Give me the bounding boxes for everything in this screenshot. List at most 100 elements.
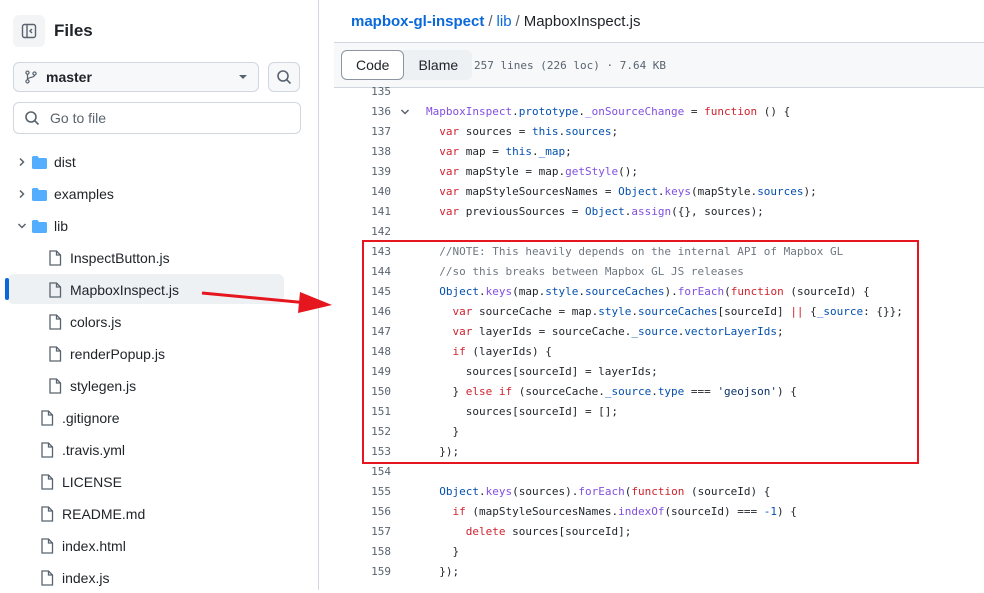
selected-row-indicator bbox=[5, 278, 9, 300]
tab-code[interactable]: Code bbox=[341, 50, 405, 80]
tree-file[interactable]: .gitignore bbox=[22, 403, 120, 433]
file-icon bbox=[41, 442, 54, 458]
tree-item-label: renderPopup.js bbox=[70, 346, 165, 362]
go-to-file-input[interactable] bbox=[48, 109, 282, 127]
code-line: 140 var mapStyleSourcesNames = Object.ke… bbox=[334, 182, 984, 202]
code-line: 156 if (mapStyleSourcesNames.indexOf(sou… bbox=[334, 502, 984, 522]
file-icon bbox=[49, 378, 62, 394]
breadcrumb-dir-link[interactable]: lib bbox=[497, 13, 512, 30]
file-icon bbox=[41, 410, 54, 426]
code-line: 138 var map = this._map; bbox=[334, 142, 984, 162]
line-number[interactable]: 157 bbox=[334, 522, 391, 542]
tree-file[interactable]: index.js bbox=[22, 563, 109, 593]
file-icon bbox=[41, 506, 54, 522]
line-number[interactable]: 139 bbox=[334, 162, 391, 182]
line-number[interactable]: 158 bbox=[334, 542, 391, 562]
code-line: 137 var sources = this.sources; bbox=[334, 122, 984, 142]
tree-file[interactable]: .travis.yml bbox=[22, 435, 125, 465]
code-text: } bbox=[426, 545, 460, 558]
code-line: 141 var previousSources = Object.assign(… bbox=[334, 202, 984, 222]
code-line: 135 bbox=[334, 82, 984, 102]
tree-item-label: lib bbox=[54, 218, 69, 234]
chevron-down-icon bbox=[400, 109, 410, 115]
tree-folder-dist[interactable]: dist bbox=[14, 147, 76, 177]
line-number[interactable]: 140 bbox=[334, 182, 391, 202]
collapse-sidebar-button[interactable] bbox=[13, 15, 45, 47]
code-line: 136 MapboxInspect.prototype._onSourceChan… bbox=[334, 102, 984, 122]
line-number[interactable]: 135 bbox=[334, 82, 391, 102]
tree-file[interactable]: stylegen.js bbox=[30, 371, 136, 401]
git-branch-icon bbox=[25, 70, 37, 84]
code-text: if (mapStyleSourcesNames.indexOf(sourceI… bbox=[452, 505, 797, 518]
code-text: var mapStyle = map.getStyle(); bbox=[439, 165, 638, 178]
line-number[interactable]: 136 bbox=[334, 102, 391, 122]
tree-file[interactable]: colors.js bbox=[30, 307, 121, 337]
sidebar-collapse-icon bbox=[21, 23, 37, 39]
tree-item-label: README.md bbox=[62, 506, 146, 522]
code-text: }); bbox=[426, 565, 460, 578]
breadcrumb-repo-link[interactable]: mapbox-gl-inspect bbox=[351, 13, 484, 30]
tree-file[interactable]: index.html bbox=[22, 531, 126, 561]
code-text: delete sources[sourceId]; bbox=[465, 525, 632, 538]
file-icon bbox=[41, 570, 54, 586]
branch-selector[interactable]: master bbox=[13, 62, 259, 92]
tree-item-label: InspectButton.js bbox=[70, 250, 170, 266]
search-icon bbox=[25, 111, 40, 126]
file-icon bbox=[49, 250, 62, 266]
code-line: 158 } bbox=[334, 542, 984, 562]
tree-file[interactable]: InspectButton.js bbox=[30, 243, 170, 273]
breadcrumb-separator: / bbox=[488, 13, 493, 30]
breadcrumb-current-file: MapboxInspect.js bbox=[523, 13, 641, 30]
code-line: 154 bbox=[334, 462, 984, 482]
caret-down-icon bbox=[239, 75, 247, 79]
files-title: Files bbox=[54, 21, 93, 40]
file-icon bbox=[49, 282, 62, 298]
tree-file[interactable]: MapboxInspect.js bbox=[30, 275, 179, 305]
tree-file[interactable]: LICENSE bbox=[22, 467, 122, 497]
tree-file[interactable]: renderPopup.js bbox=[30, 339, 165, 369]
code-line: 159 }); bbox=[334, 562, 984, 582]
tree-file[interactable]: README.md bbox=[22, 499, 145, 529]
chevron-down-icon bbox=[17, 223, 27, 229]
line-number[interactable]: 159 bbox=[334, 562, 391, 582]
file-icon bbox=[41, 538, 54, 554]
line-number[interactable]: 154 bbox=[334, 462, 391, 482]
breadcrumb: mapbox-gl-inspect / lib / MapboxInspect.js bbox=[351, 13, 640, 30]
tree-item-label: MapboxInspect.js bbox=[70, 282, 179, 298]
annotation-highlight-box bbox=[362, 240, 919, 464]
code-line: 155 Object.keys(sources).forEach(functio… bbox=[334, 482, 984, 502]
folder-icon bbox=[31, 187, 47, 201]
tree-item-label: stylegen.js bbox=[70, 378, 137, 394]
go-to-file-field[interactable] bbox=[13, 102, 301, 134]
tree-folder-lib[interactable]: lib bbox=[14, 211, 68, 241]
files-header: Files bbox=[13, 14, 93, 48]
line-number[interactable]: 156 bbox=[334, 502, 391, 522]
file-info: 257 lines (226 loc) · 7.64 KB bbox=[474, 59, 667, 72]
file-icon bbox=[49, 314, 62, 330]
search-icon bbox=[277, 70, 292, 85]
line-number[interactable]: 155 bbox=[334, 482, 391, 502]
tree-item-label: .travis.yml bbox=[62, 442, 125, 458]
code-line: 139 var mapStyle = map.getStyle(); bbox=[334, 162, 984, 182]
line-number[interactable]: 137 bbox=[334, 122, 391, 142]
folder-icon bbox=[31, 219, 47, 233]
file-icon bbox=[41, 474, 54, 490]
code-line: 142 bbox=[334, 222, 984, 242]
annotation-arrow bbox=[201, 291, 332, 313]
view-mode-toggle: Code Blame bbox=[341, 50, 473, 80]
chevron-right-icon bbox=[19, 189, 25, 199]
tree-item-label: dist bbox=[54, 154, 76, 170]
search-button[interactable] bbox=[268, 62, 300, 92]
line-number[interactable]: 138 bbox=[334, 142, 391, 162]
line-number[interactable]: 141 bbox=[334, 202, 391, 222]
tree-item-label: LICENSE bbox=[62, 474, 122, 490]
tree-item-label: examples bbox=[54, 186, 114, 202]
code-text: Object.keys(sources).forEach(function (s… bbox=[439, 485, 771, 498]
line-number[interactable]: 142 bbox=[334, 222, 391, 242]
code-text: var previousSources = Object.assign({}, … bbox=[439, 205, 764, 218]
file-icon bbox=[49, 346, 62, 362]
code-text: var sources = this.sources; bbox=[439, 125, 619, 138]
tab-blame[interactable]: Blame bbox=[404, 50, 472, 80]
tree-folder-examples[interactable]: examples bbox=[14, 179, 114, 209]
chevron-right-icon bbox=[19, 157, 25, 167]
